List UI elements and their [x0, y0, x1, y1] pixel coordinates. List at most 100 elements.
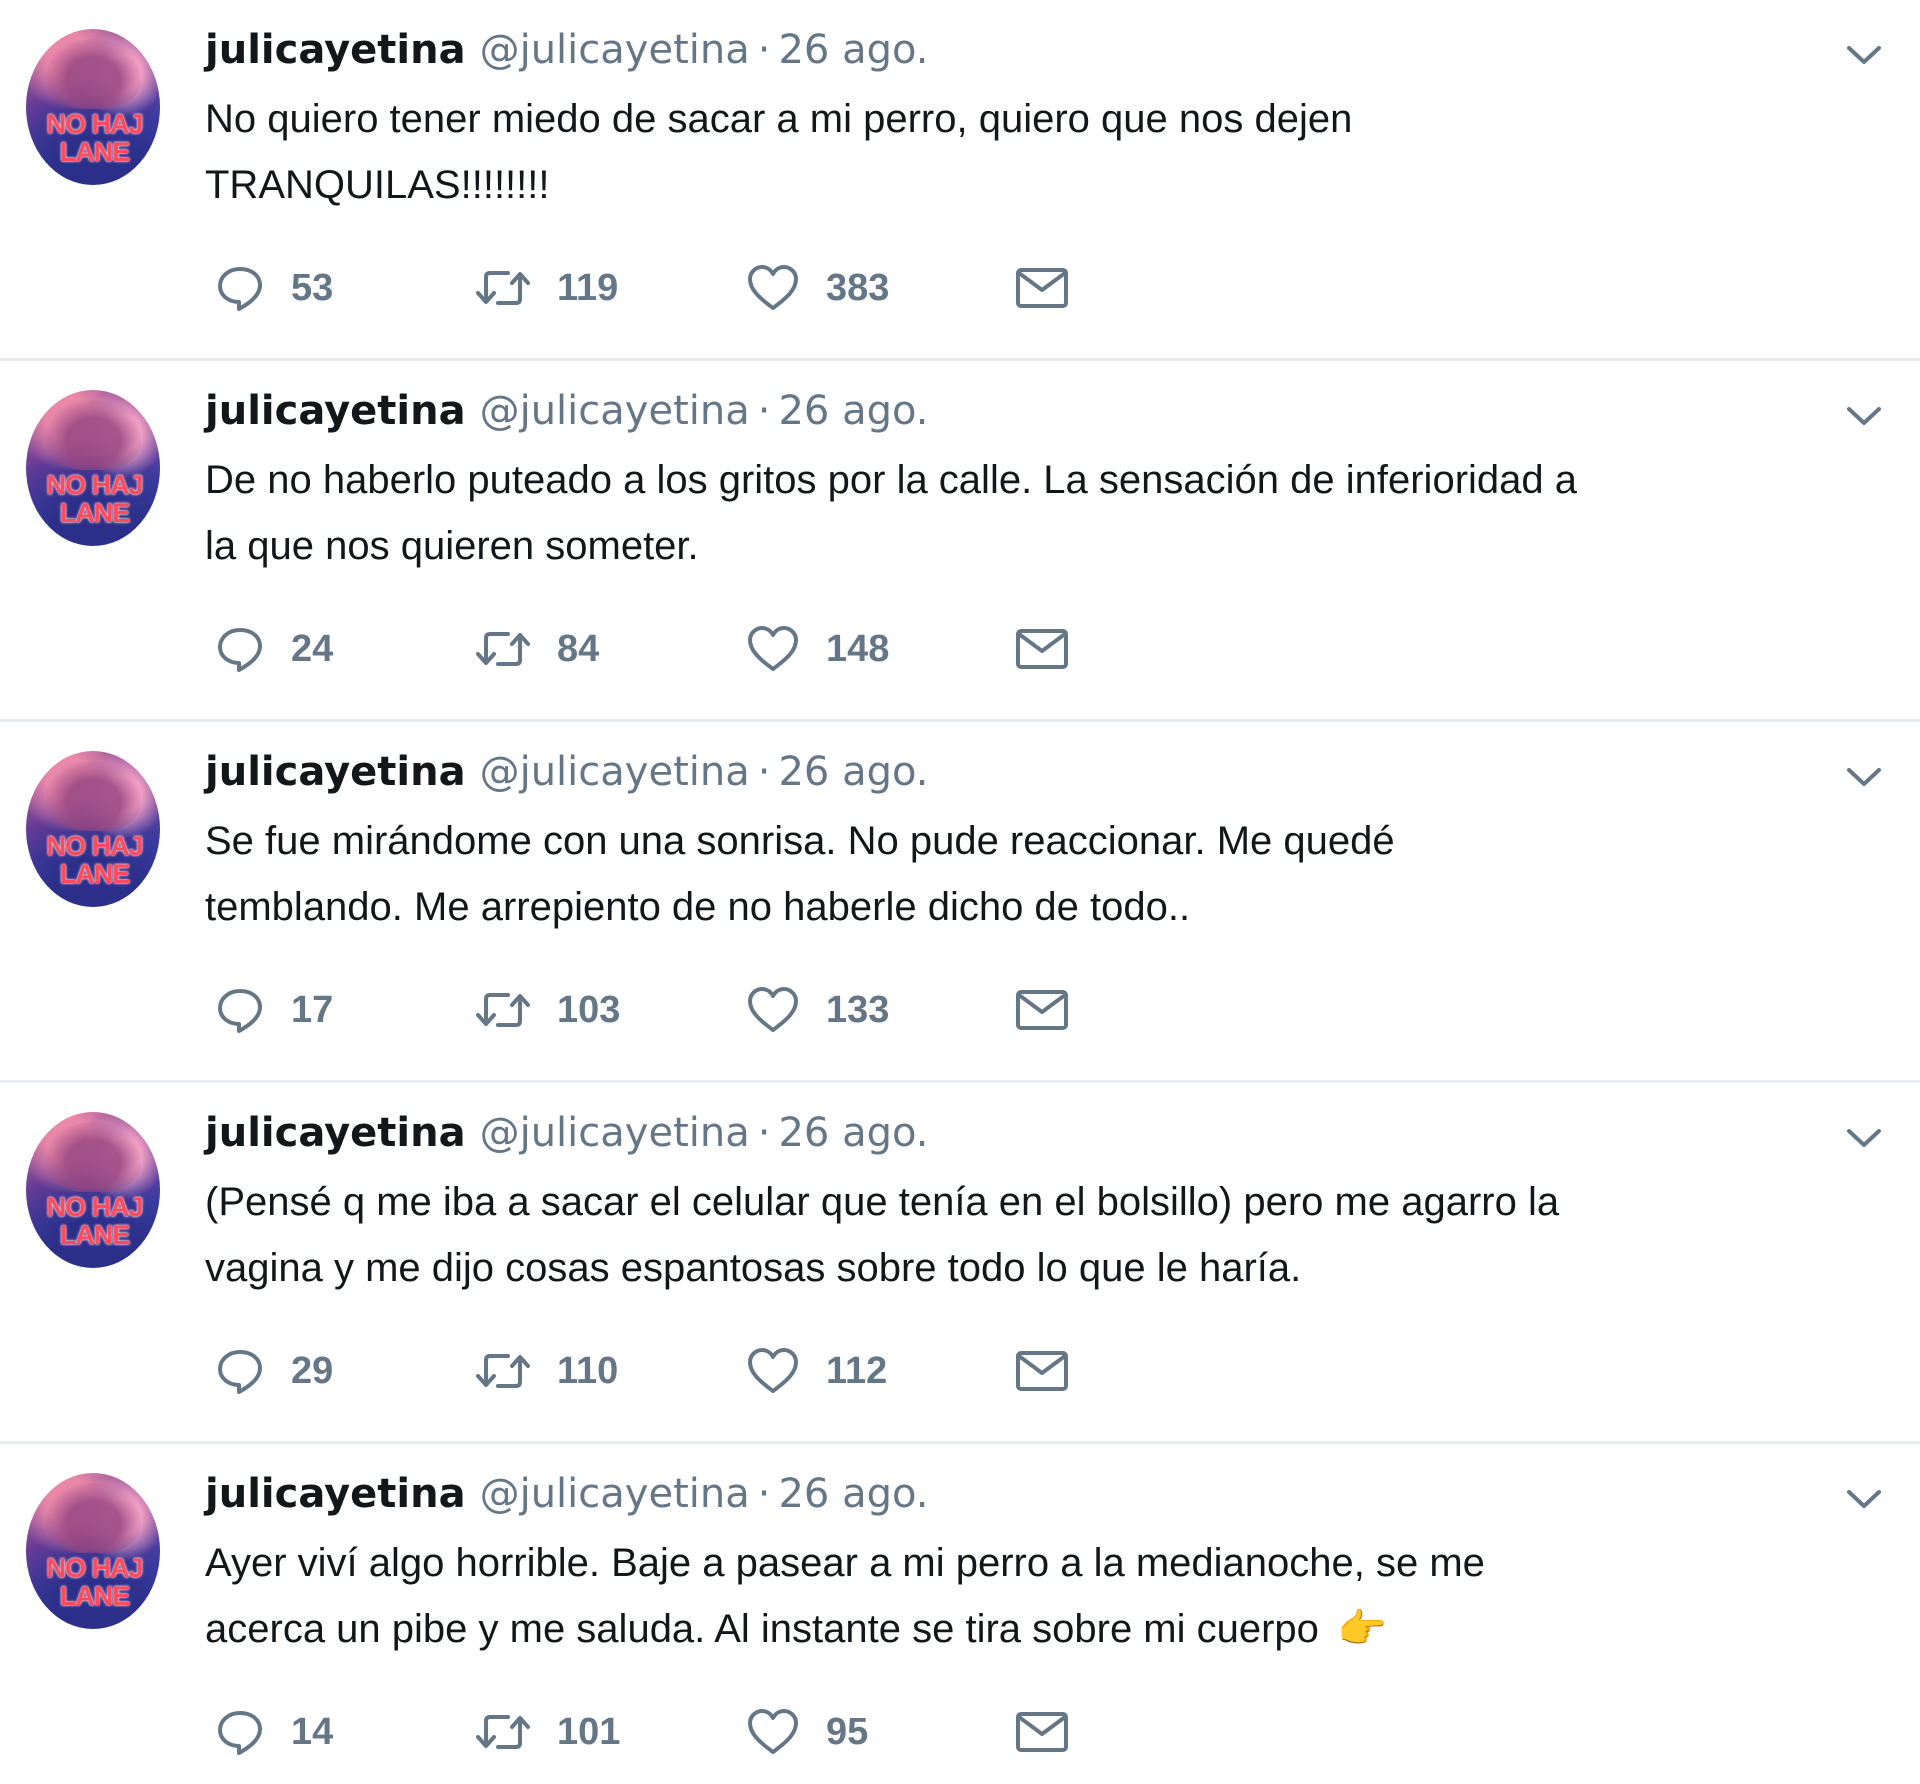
separator-dot: ·	[757, 1110, 771, 1156]
reply-icon	[215, 624, 265, 674]
avatar-hair	[46, 39, 141, 109]
like-button[interactable]: 95	[746, 1702, 868, 1762]
username[interactable]: @julicayetina	[480, 1110, 750, 1156]
reply-button[interactable]: 17	[215, 980, 333, 1040]
tweet[interactable]: NO HAJ LANE julicayetina @julicayetina · 26…	[0, 0, 1920, 361]
avatar[interactable]: NO HAJ LANE	[26, 1112, 160, 1268]
tweet-actions: 17 103 133	[205, 980, 1105, 1040]
avatar[interactable]: NO HAJ LANE	[26, 29, 160, 185]
tweet-date[interactable]: 26 ago.	[778, 1110, 928, 1156]
retweet-count: 110	[557, 1349, 619, 1392]
tweet-date[interactable]: 26 ago.	[778, 388, 928, 434]
retweet-button[interactable]: 103	[475, 980, 620, 1040]
direct-message-button[interactable]	[1015, 258, 1069, 318]
chevron-down-icon[interactable]	[1844, 40, 1884, 70]
reply-button[interactable]: 24	[215, 619, 333, 679]
reply-icon	[215, 263, 265, 313]
display-name[interactable]: julicayetina	[205, 749, 466, 795]
chevron-down-icon[interactable]	[1844, 762, 1884, 792]
avatar-text-line2: LANE	[59, 137, 131, 167]
chevron-down-icon[interactable]	[1844, 1123, 1884, 1153]
tweet-date[interactable]: 26 ago.	[778, 1471, 928, 1517]
heart-icon	[746, 1347, 800, 1395]
tweet-header: julicayetina @julicayetina · 26 ago.	[205, 1105, 928, 1161]
envelope-icon	[1015, 1349, 1069, 1393]
display-name[interactable]: julicayetina	[205, 27, 466, 73]
retweet-count: 119	[557, 266, 619, 309]
envelope-icon	[1015, 1710, 1069, 1754]
reply-count: 14	[291, 1710, 334, 1753]
retweet-count: 101	[557, 1710, 621, 1753]
retweet-icon	[475, 1709, 531, 1755]
separator-dot: ·	[757, 388, 771, 434]
direct-message-button[interactable]	[1015, 619, 1069, 679]
avatar[interactable]: NO HAJ LANE	[26, 390, 160, 546]
avatar-text-line2: LANE	[59, 498, 131, 528]
tweet-text-content: (Pensé q me iba a sacar el celular que t…	[205, 1180, 1560, 1290]
chevron-down-icon[interactable]	[1844, 1484, 1884, 1514]
chevron-down-icon[interactable]	[1844, 401, 1884, 431]
avatar[interactable]: NO HAJ LANE	[26, 1473, 160, 1629]
avatar-text-line1: NO HAJ	[46, 831, 143, 861]
separator-dot: ·	[757, 1471, 771, 1517]
tweet[interactable]: NO HAJ LANE julicayetina @julicayetina · 26…	[0, 722, 1920, 1083]
tweet-date[interactable]: 26 ago.	[778, 27, 928, 73]
tweet-text-content: Ayer viví algo horrible. Baje a pasear a…	[205, 1541, 1485, 1651]
avatar-hair	[46, 761, 141, 831]
username[interactable]: @julicayetina	[480, 749, 750, 795]
direct-message-button[interactable]	[1015, 980, 1069, 1040]
avatar-text-line1: NO HAJ	[46, 1192, 143, 1222]
retweet-button[interactable]: 101	[475, 1702, 620, 1762]
tweet-text-content: De no haberlo puteado a los gritos por l…	[205, 458, 1577, 568]
avatar-text-line1: NO HAJ	[46, 1553, 143, 1583]
reply-button[interactable]: 53	[215, 258, 333, 318]
like-count: 133	[826, 988, 890, 1031]
display-name[interactable]: julicayetina	[205, 388, 466, 434]
tweet-header: julicayetina @julicayetina · 26 ago.	[205, 1466, 928, 1522]
tweet-date[interactable]: 26 ago.	[778, 749, 928, 795]
reply-count: 29	[291, 1349, 334, 1392]
heart-icon	[746, 625, 800, 673]
display-name[interactable]: julicayetina	[205, 1471, 466, 1517]
reply-icon	[215, 985, 265, 1035]
pointing-right-emoji: 👉	[1336, 1607, 1387, 1651]
like-button[interactable]: 133	[746, 980, 889, 1040]
avatar-hair	[46, 1483, 141, 1553]
reply-count: 53	[291, 266, 334, 309]
like-button[interactable]: 383	[746, 258, 889, 318]
avatar-text-line2: LANE	[59, 1581, 131, 1611]
tweet-header: julicayetina @julicayetina · 26 ago.	[205, 383, 928, 439]
tweet-header: julicayetina @julicayetina · 26 ago.	[205, 22, 928, 78]
envelope-icon	[1015, 627, 1069, 671]
tweet-text: De no haberlo puteado a los gritos por l…	[205, 447, 1825, 579]
separator-dot: ·	[757, 749, 771, 795]
avatar-text-line2: LANE	[59, 1220, 131, 1250]
reply-button[interactable]: 14	[215, 1702, 333, 1762]
timeline: NO HAJ LANE julicayetina @julicayetina · 26…	[0, 0, 1920, 1784]
like-button[interactable]: 112	[746, 1341, 887, 1401]
heart-icon	[746, 264, 800, 312]
like-button[interactable]: 148	[746, 619, 889, 679]
username[interactable]: @julicayetina	[480, 388, 750, 434]
reply-count: 17	[291, 988, 334, 1031]
direct-message-button[interactable]	[1015, 1341, 1069, 1401]
separator-dot: ·	[757, 27, 771, 73]
retweet-count: 84	[557, 627, 600, 670]
tweet[interactable]: NO HAJ LANE julicayetina @julicayetina · 26…	[0, 1083, 1920, 1444]
like-count: 148	[826, 627, 890, 670]
avatar[interactable]: NO HAJ LANE	[26, 751, 160, 907]
heart-icon	[746, 986, 800, 1034]
avatar-text-line1: NO HAJ	[46, 470, 143, 500]
retweet-icon	[475, 1348, 531, 1394]
username[interactable]: @julicayetina	[480, 1471, 750, 1517]
direct-message-button[interactable]	[1015, 1702, 1069, 1762]
tweet[interactable]: NO HAJ LANE julicayetina @julicayetina · 26…	[0, 1444, 1920, 1784]
tweet[interactable]: NO HAJ LANE julicayetina @julicayetina · 26…	[0, 361, 1920, 722]
retweet-button[interactable]: 84	[475, 619, 599, 679]
display-name[interactable]: julicayetina	[205, 1110, 466, 1156]
retweet-button[interactable]: 110	[475, 1341, 618, 1401]
username[interactable]: @julicayetina	[480, 27, 750, 73]
retweet-button[interactable]: 119	[475, 258, 618, 318]
reply-button[interactable]: 29	[215, 1341, 333, 1401]
reply-icon	[215, 1707, 265, 1757]
